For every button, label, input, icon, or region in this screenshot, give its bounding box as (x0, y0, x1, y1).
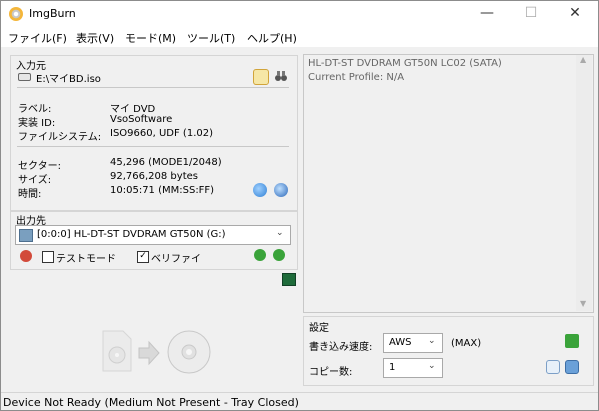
log-icon[interactable] (282, 273, 296, 286)
eject-icon[interactable] (254, 249, 266, 261)
scroll-up-icon[interactable]: ▲ (580, 55, 586, 64)
size-value: 92,766,208 bytes (110, 171, 198, 182)
write-button[interactable] (101, 325, 211, 379)
write-speed-max: (MAX) (451, 338, 482, 349)
time-label: 時間: (18, 189, 42, 200)
write-speed-select[interactable]: AWS ⌄ (383, 333, 443, 353)
settings-heading: 設定 (309, 323, 329, 334)
sectors-label: セクター: (18, 161, 61, 172)
menu-tools[interactable]: ツール(T) (187, 30, 235, 46)
status-bar: Device Not Ready (Medium Not Present - T… (1, 392, 598, 410)
label-field-value: マイ DVD (110, 104, 156, 115)
maximize-button[interactable]: ☐ (509, 1, 553, 27)
source-file-path: E:\マイBD.iso (36, 74, 101, 85)
verify-checkbox[interactable]: ✓ (137, 251, 149, 263)
queue-icon[interactable] (546, 360, 560, 374)
copies-value: 1 (389, 362, 396, 373)
close-button[interactable]: ✕ (553, 1, 597, 27)
scroll-down-icon[interactable]: ▼ (580, 299, 586, 308)
copies-label: コピー数: (309, 367, 353, 378)
close-tray-icon[interactable] (273, 249, 285, 261)
separator (17, 87, 289, 88)
device-name: HL-DT-ST DVDRAM GT50N LC02 (SATA) (308, 58, 502, 69)
write-speed-value: AWS (389, 337, 412, 348)
size-label: サイズ: (18, 175, 52, 186)
speed-icon[interactable] (565, 334, 579, 348)
menu-mode[interactable]: モード(M) (125, 30, 176, 46)
erase-icon[interactable] (20, 250, 32, 262)
menu-help[interactable]: ヘルプ(H) (247, 30, 297, 46)
menu-bar: ファイル(F) 表示(V) モード(M) ツール(T) ヘルプ(H) (1, 27, 598, 47)
filesystem-value: ISO9660, UDF (1.02) (110, 128, 213, 139)
chevron-down-icon: ⌄ (428, 361, 436, 371)
minimize-button[interactable]: — (465, 1, 509, 27)
imgburn-app-icon (9, 7, 23, 21)
menu-view[interactable]: 表示(V) (76, 30, 114, 46)
impl-id-label: 実装 ID: (18, 118, 56, 129)
chevron-down-icon: ⌄ (276, 228, 284, 238)
label-field-label: ラベル: (18, 104, 52, 115)
book-icon[interactable] (565, 360, 579, 374)
test-mode-checkbox[interactable] (42, 251, 54, 263)
time-value: 10:05:71 (MM:SS:FF) (110, 185, 215, 196)
browse-file-icon[interactable] (253, 69, 269, 85)
drive-icon (19, 229, 33, 242)
filesystem-label: ファイルシステム: (18, 132, 102, 143)
destination-panel: 出力先 [0:0:0] HL-DT-ST DVDRAM GT50N (G:) ⌄… (10, 211, 298, 270)
settings-panel: 設定 書き込み速度: AWS ⌄ (MAX) コピー数: 1 ⌄ (303, 316, 594, 386)
binoculars-icon[interactable] (274, 69, 288, 83)
disk-image-icon (18, 73, 31, 81)
status-text: Device Not Ready (Medium Not Present - T… (3, 396, 299, 409)
current-profile: Current Profile: N/A (308, 72, 405, 83)
copies-select[interactable]: 1 ⌄ (383, 358, 443, 378)
chevron-down-icon: ⌄ (428, 336, 436, 346)
imgburn-window: ImgBurn — ☐ ✕ ファイル(F) 表示(V) モード(M) ツール(T… (0, 0, 599, 411)
verify-label: ベリファイ (151, 254, 201, 265)
write-speed-label: 書き込み速度: (309, 342, 373, 353)
test-mode-label: テストモード (56, 254, 116, 265)
title-bar: ImgBurn — ☐ ✕ (1, 1, 598, 27)
drive-select-value: [0:0:0] HL-DT-ST DVDRAM GT50N (G:) (37, 229, 226, 240)
info-icon[interactable] (274, 183, 288, 197)
source-panel: 入力元 E:\マイBD.iso ラベル: マイ DVD 実装 ID: VsoSo… (10, 55, 298, 211)
drive-select[interactable]: [0:0:0] HL-DT-ST DVDRAM GT50N (G:) ⌄ (15, 225, 291, 245)
menu-file[interactable]: ファイル(F) (8, 30, 67, 46)
refresh-icon[interactable] (253, 183, 267, 197)
vertical-scrollbar[interactable]: ▲ ▼ (576, 55, 592, 311)
sectors-value: 45,296 (MODE1/2048) (110, 157, 222, 168)
window-title: ImgBurn (29, 7, 76, 20)
device-info-panel: HL-DT-ST DVDRAM GT50N LC02 (SATA) Curren… (303, 54, 594, 313)
separator (17, 146, 289, 147)
impl-id-value: VsoSoftware (110, 114, 173, 125)
